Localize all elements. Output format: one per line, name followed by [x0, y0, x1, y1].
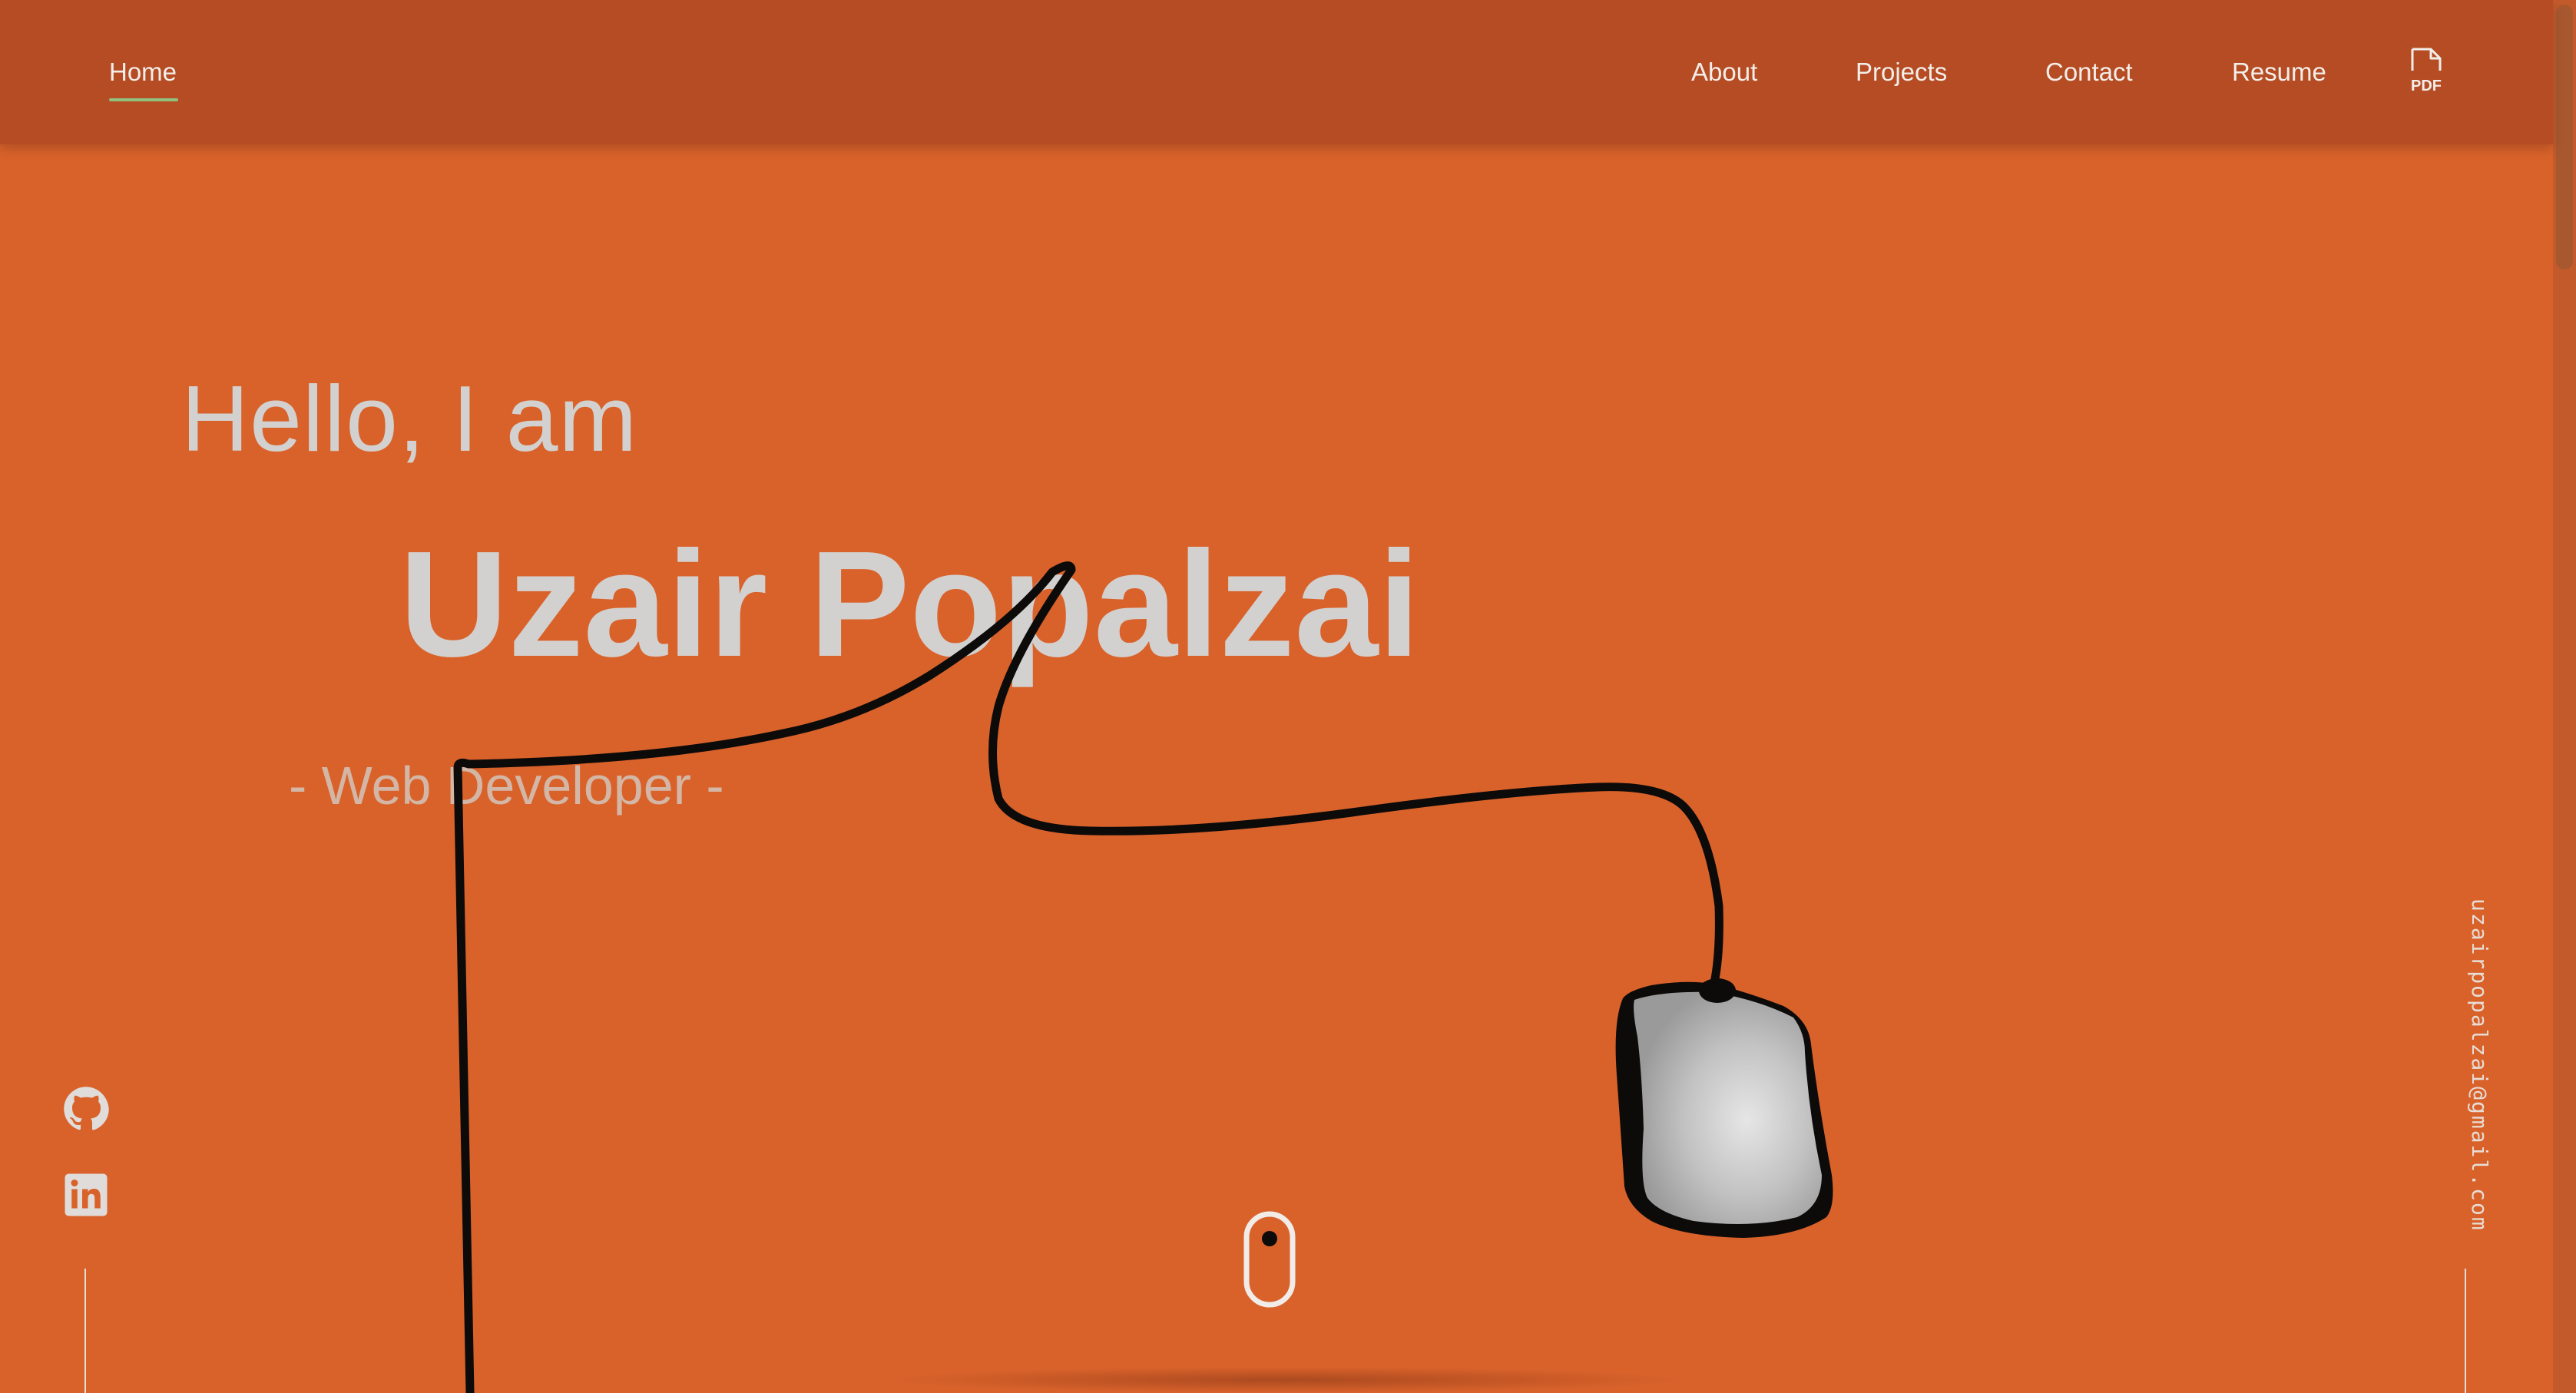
github-icon: [64, 1087, 109, 1130]
pdf-icon-label: PDF: [2411, 78, 2442, 94]
nav-projects-link[interactable]: Projects: [1856, 55, 1947, 89]
scrollbar-thumb[interactable]: [2556, 5, 2573, 270]
github-link[interactable]: [63, 1086, 109, 1132]
scroll-mouse-icon: [1243, 1211, 1296, 1308]
hero-name: Uzair Popalzai: [399, 520, 1420, 688]
portfolio-page: Home About Projects Contact Resume PDF H…: [0, 0, 2576, 1393]
left-decor-line: [84, 1269, 86, 1393]
active-nav-underline: [109, 98, 178, 101]
bottom-shadow: [883, 1367, 1690, 1393]
pdf-download-button[interactable]: PDF: [2406, 48, 2446, 95]
nav-home-link[interactable]: Home: [109, 55, 177, 89]
scroll-down-button[interactable]: [1243, 1210, 1296, 1309]
nav-resume-link[interactable]: Resume: [2232, 55, 2326, 89]
linkedin-icon: [65, 1173, 108, 1216]
linkedin-link[interactable]: [63, 1172, 109, 1218]
nav-about-link[interactable]: About: [1691, 55, 1757, 89]
nav-contact-link[interactable]: Contact: [2045, 55, 2133, 89]
email-link[interactable]: uzairpopalzai@gmail.com: [2466, 898, 2492, 1232]
mouse-cable-illustration: [453, 561, 1833, 1393]
hero-greeting: Hello, I am: [181, 366, 638, 471]
pdf-icon: PDF: [2411, 48, 2442, 94]
page-scrollbar[interactable]: [2553, 0, 2576, 1393]
right-decor-line: [2465, 1269, 2466, 1393]
navbar: Home About Projects Contact Resume PDF: [0, 0, 2553, 144]
hero-role: - Web Developer -: [289, 756, 724, 816]
computer-mouse-icon: [1615, 978, 1833, 1238]
